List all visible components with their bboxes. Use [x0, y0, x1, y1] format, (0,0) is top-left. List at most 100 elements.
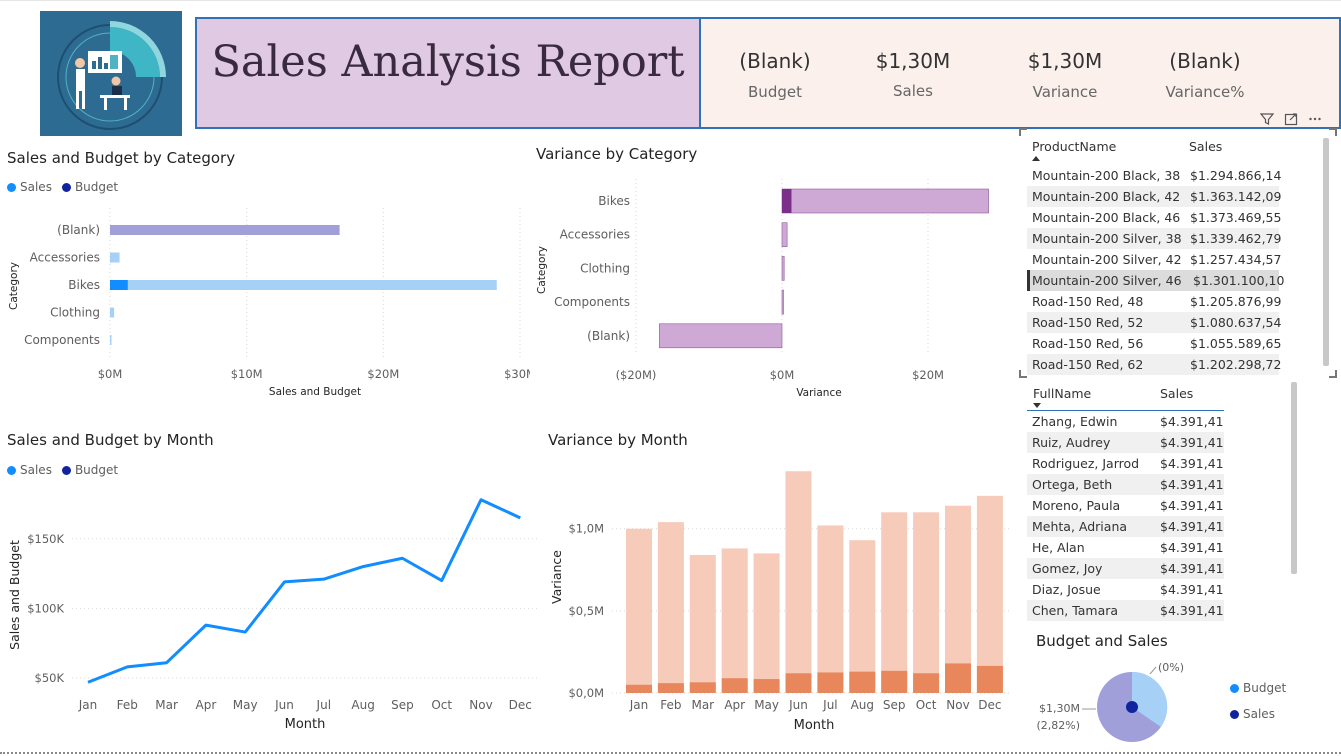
x-tick-label: Sep — [883, 698, 906, 712]
x-tick-label: $30M — [504, 367, 530, 381]
legend-sales-label[interactable]: Sales — [20, 180, 52, 194]
legend-sales-budget-category: Sales Budget — [7, 180, 118, 194]
chart-title-budget-and-sales: Budget and Sales — [1036, 632, 1168, 650]
x-axis-title: Variance — [796, 387, 841, 399]
chart-title-sales-budget-month: Sales and Budget by Month — [7, 431, 214, 449]
legend-sales-label[interactable]: Sales — [20, 463, 52, 477]
legend-sales-marker — [7, 182, 16, 192]
table-row[interactable]: Mountain-200 Black, 46 $1.373.469,55 — [1027, 207, 1282, 228]
sales-cell: $4.391,41 — [1160, 456, 1224, 471]
chart-title-variance-month: Variance by Month — [548, 431, 688, 449]
pie-legend-sales[interactable]: Sales — [1230, 707, 1275, 721]
y-tick-label: $150K — [27, 532, 64, 546]
y-tick-label: $0,0M — [568, 686, 604, 700]
x-tick-label: $0M — [770, 368, 795, 382]
variance-bar — [659, 323, 783, 349]
column-header-productname[interactable]: ProductName — [1032, 139, 1116, 154]
x-axis-title: Month — [794, 718, 835, 733]
report-logo — [40, 11, 182, 136]
table-row[interactable]: Chen, Tamara $4.391,41 — [1027, 600, 1224, 621]
more-options-icon[interactable] — [1304, 109, 1326, 129]
kpi-variance-label: Variance — [1032, 83, 1098, 101]
column-header-sales[interactable]: Sales — [1189, 139, 1222, 154]
customer-table-visual[interactable]: FullName Sales Zhang, Edwin $4.391,41 Ruiz… — [1027, 380, 1307, 625]
x-tick-label: Mar — [691, 698, 714, 712]
table-row[interactable]: Road-150 Red, 52 $1.080.637,54 — [1027, 312, 1281, 333]
budget-bar — [110, 225, 340, 235]
sales-cell: $4.391,41 — [1160, 477, 1224, 492]
product-table-scrollbar[interactable] — [1323, 138, 1329, 366]
table-row[interactable]: Rodriguez, Jarrod $4.391,41 — [1027, 453, 1224, 474]
kpi-budget[interactable]: (Blank) Budget — [715, 49, 835, 101]
variance-by-month-chart[interactable]: $0,0M $0,5M $1,0M Variance Month Jan Feb Mar Apr… — [540, 455, 1010, 740]
y-tick-label: Accessories — [30, 251, 100, 265]
variance-column — [976, 495, 1003, 693]
y-axis-title: Sales and Budget — [7, 540, 22, 650]
pie-label-sales-pct: (2,82%) — [1036, 719, 1080, 732]
variance-highlight-column — [817, 672, 844, 693]
column-header-fullname[interactable]: FullName — [1033, 386, 1091, 401]
table-row[interactable]: He, Alan $4.391,41 — [1027, 537, 1224, 558]
sales-bar — [110, 307, 115, 318]
x-tick-label: Aug — [351, 698, 374, 712]
pie-legend-budget[interactable]: Budget — [1230, 681, 1286, 695]
filter-icon[interactable] — [1256, 109, 1278, 129]
table-row[interactable]: Ortega, Beth $4.391,41 — [1027, 474, 1224, 495]
table-row[interactable]: Road-150 Red, 48 $1.205.876,99 — [1027, 291, 1282, 312]
sales-bar — [110, 280, 497, 290]
column-header-sales[interactable]: Sales — [1160, 386, 1193, 401]
sales-budget-by-category-chart[interactable]: $0M $10M $20M $30M Sales and Budget Category (… — [0, 200, 530, 405]
variance-highlight-column — [753, 679, 780, 693]
focus-mode-icon[interactable] — [1280, 109, 1302, 129]
table-row[interactable]: Mehta, Adriana $4.391,41 — [1027, 516, 1224, 537]
table-row[interactable]: Mountain-200 Silver, 46 $1.301.100,10 — [1027, 270, 1284, 291]
x-tick-label: Jul — [316, 698, 331, 712]
table-row[interactable]: Zhang, Edwin $4.391,41 — [1027, 411, 1224, 432]
product-table-visual[interactable]: ProductName Sales Mountain-200 Black, 38… — [1019, 128, 1337, 378]
pie-label-budget-pct: (0%) — [1158, 661, 1184, 674]
sort-ascending-icon — [1032, 156, 1040, 161]
x-tick-label: Nov — [946, 698, 969, 712]
y-tick-label: $50K — [35, 671, 65, 685]
legend-budget-label[interactable]: Budget — [75, 463, 118, 477]
table-row[interactable]: Mountain-200 Silver, 42 $1.257.434,57 — [1027, 249, 1282, 270]
name-cell: Mountain-200 Black, 46 — [1032, 210, 1181, 225]
legend-sales-label: Sales — [1243, 707, 1275, 721]
pie-center — [1126, 701, 1138, 713]
x-tick-label: Aug — [851, 698, 874, 712]
sales-cell: $1.373.469,55 — [1190, 210, 1282, 225]
name-cell: Rodriguez, Jarrod — [1032, 456, 1140, 471]
y-axis-title: Variance — [549, 550, 564, 604]
table-row[interactable]: Mountain-200 Silver, 38 $1.339.462,79 — [1027, 228, 1281, 249]
sales-cell: $1.257.434,57 — [1190, 252, 1282, 267]
table-row[interactable]: Gomez, Joy $4.391,41 — [1027, 558, 1224, 579]
variance-by-category-chart[interactable]: ($20M) $0M $20M Variance Category Bikes Access… — [530, 175, 1005, 405]
kpi-variance-pct[interactable]: (Blank) Variance% — [1145, 49, 1265, 101]
x-tick-label: May — [754, 698, 779, 712]
customer-table-body: Zhang, Edwin $4.391,41 Ruiz, Audrey $4.391,… — [1027, 411, 1224, 621]
budget-and-sales-pie-chart[interactable]: (0%) $1,30M (2,82%) — [1030, 655, 1230, 750]
table-row[interactable]: Diaz, Josue $4.391,41 — [1027, 579, 1224, 600]
x-tick-label: $0M — [98, 367, 123, 381]
legend-sales-marker — [7, 465, 16, 475]
x-tick-label: Mar — [155, 698, 178, 712]
sales-budget-by-month-chart[interactable]: $50K $100K $150K Sales and Budget Month Jan Fe… — [0, 480, 540, 740]
table-row[interactable]: Road-150 Red, 62 $1.202.298,72 — [1027, 354, 1281, 375]
y-tick-label: (Blank) — [587, 329, 630, 343]
table-row[interactable]: Mountain-200 Black, 42 $1.363.142,09 — [1027, 186, 1281, 207]
x-tick-label: Apr — [724, 698, 745, 712]
sales-cell: $1.205.876,99 — [1190, 294, 1282, 309]
name-cell: Zhang, Edwin — [1032, 414, 1118, 429]
x-axis-title: Month — [285, 717, 326, 732]
variance-column — [721, 548, 748, 693]
table-row[interactable]: Road-150 Red, 56 $1.055.589,65 — [1027, 333, 1281, 354]
table-row[interactable]: Mountain-200 Black, 38 $1.294.866,14 — [1027, 165, 1281, 186]
legend-budget-label[interactable]: Budget — [75, 180, 118, 194]
table-row[interactable]: Ruiz, Audrey $4.391,41 — [1027, 432, 1224, 453]
kpi-sales[interactable]: $1,30M Sales — [853, 49, 973, 100]
kpi-variance[interactable]: $1,30M Variance — [1005, 49, 1125, 101]
table-row[interactable]: Moreno, Paula $4.391,41 — [1027, 495, 1224, 516]
sales-highlight-bar — [110, 280, 128, 290]
customer-table-scrollbar[interactable] — [1291, 382, 1297, 574]
sales-cell: $1.301.100,10 — [1193, 273, 1285, 288]
